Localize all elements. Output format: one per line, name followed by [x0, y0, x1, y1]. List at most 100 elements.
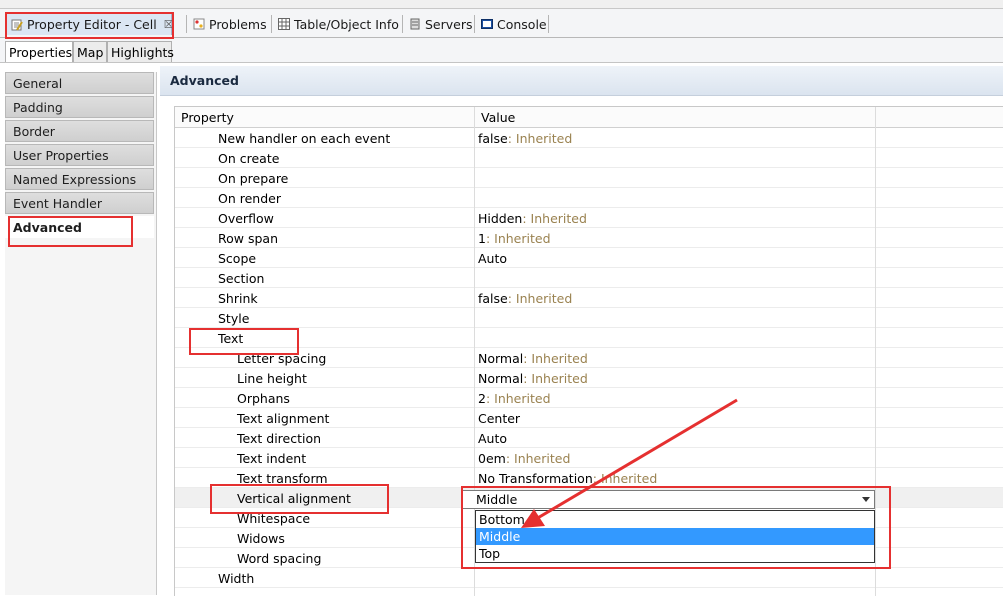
property-value[interactable]: Normal : Inherited [478, 348, 588, 368]
inherited-tag: : Inherited [485, 390, 551, 406]
table-row[interactable]: Style [175, 308, 1003, 328]
value-text: Normal [478, 370, 524, 386]
tab-label: Servers [425, 16, 473, 32]
column-header-property[interactable]: Property [181, 107, 234, 127]
category-general[interactable]: General [5, 72, 154, 94]
category-label: Advanced [13, 219, 82, 235]
table-row[interactable]: Row span 1 : Inherited [175, 228, 1003, 248]
tab-label: Property Editor - Cell [27, 17, 157, 32]
option-middle[interactable]: Middle [476, 528, 874, 545]
tab-label: Table/Object Info [294, 16, 399, 32]
inherited-tag: : Inherited [505, 450, 571, 466]
table-row[interactable]: Text alignment Center [175, 408, 1003, 428]
category-border[interactable]: Border [5, 120, 154, 142]
property-name: Shrink [218, 290, 258, 306]
tab-property-editor[interactable]: Property Editor - Cell ☒ [5, 13, 174, 35]
table-row[interactable]: On create [175, 148, 1003, 168]
value-text: Hidden [478, 210, 523, 226]
category-label: Named Expressions [13, 171, 137, 187]
close-icon[interactable]: ☒ [164, 18, 174, 31]
property-name: Row span [218, 230, 278, 246]
value-text: Auto [478, 430, 508, 446]
table-row[interactable]: Text [175, 328, 1003, 348]
category-label: Event Handler [13, 195, 103, 211]
property-value[interactable]: false : Inherited [478, 288, 572, 308]
property-name: Line height [237, 370, 307, 386]
property-value[interactable]: Auto [478, 248, 507, 268]
category-named-expressions[interactable]: Named Expressions [5, 168, 154, 190]
table-row[interactable]: Shrink false : Inherited [175, 288, 1003, 308]
category-event-handler[interactable]: Event Handler [5, 192, 154, 214]
property-name: Section [218, 270, 265, 286]
category-advanced[interactable]: Advanced [5, 216, 154, 238]
tab-divider [548, 15, 549, 33]
table-row[interactable]: On render [175, 188, 1003, 208]
category-label: Border [13, 123, 55, 139]
property-value[interactable]: 1 : Inherited [478, 228, 551, 248]
tab-servers[interactable]: Servers [404, 13, 474, 35]
vertical-alignment-combo[interactable]: Middle [462, 490, 875, 509]
option-bottom[interactable]: Bottom [476, 511, 874, 528]
inherited-tag: : Inherited [522, 210, 587, 226]
tab-problems[interactable]: Problems [188, 13, 270, 35]
property-value[interactable]: Normal : Inherited [478, 368, 588, 388]
property-name: Style [218, 310, 250, 326]
value-text: 2 [478, 390, 486, 406]
servers-icon [409, 18, 421, 30]
property-value[interactable]: Auto [478, 428, 507, 448]
tab-properties[interactable]: Properties [5, 41, 73, 62]
vertical-alignment-dropdown: Bottom Middle Top [475, 510, 875, 563]
property-name: On create [218, 150, 280, 166]
inherited-tag: : Inherited [523, 370, 588, 386]
table-row[interactable]: Overflow Hidden : Inherited [175, 208, 1003, 228]
table-row[interactable]: Scope Auto [175, 248, 1003, 268]
value-text: 0em [478, 450, 506, 466]
table-row[interactable]: Line height Normal : Inherited [175, 368, 1003, 388]
combo-selected-value: Middle [476, 492, 518, 507]
property-value[interactable]: Hidden : Inherited [478, 208, 587, 228]
table-row[interactable]: Text transform No Transformation : Inheri… [175, 468, 1003, 488]
property-value[interactable]: 0em : Inherited [478, 448, 570, 468]
tab-divider [271, 15, 272, 33]
inherited-tag: : Inherited [485, 230, 551, 246]
section-title: Advanced [160, 66, 1003, 96]
table-row[interactable]: Text indent 0em : Inherited [175, 448, 1003, 468]
tab-map[interactable]: Map [73, 41, 107, 62]
tab-console[interactable]: Console [476, 13, 548, 35]
property-name: Widows [237, 530, 285, 546]
property-name: Width [218, 570, 255, 586]
value-text: Normal [478, 350, 524, 366]
chevron-down-icon[interactable] [862, 497, 870, 502]
option-top[interactable]: Top [476, 545, 874, 562]
property-value[interactable]: No Transformation : Inherited [478, 468, 657, 488]
property-name: Overflow [218, 210, 274, 226]
value-text: No Transformation [478, 470, 593, 486]
inherited-tag: : Inherited [507, 130, 573, 146]
property-name: Whitespace [237, 510, 311, 526]
table-row[interactable]: Width [175, 568, 1003, 588]
table-row[interactable]: Orphans 2 : Inherited [175, 388, 1003, 408]
table-row[interactable]: Section [175, 268, 1003, 288]
table-row[interactable]: Text direction Auto [175, 428, 1003, 448]
table-row[interactable]: Letter spacing Normal : Inherited [175, 348, 1003, 368]
property-value[interactable]: false : Inherited [478, 128, 572, 148]
top-toolbar-strip [0, 0, 1003, 9]
property-name: Orphans [237, 390, 290, 406]
property-name: Letter spacing [237, 350, 327, 366]
tab-label: Properties [9, 44, 73, 60]
table-row[interactable]: On prepare [175, 168, 1003, 188]
tab-highlights[interactable]: Highlights [107, 41, 174, 62]
category-padding[interactable]: Padding [5, 96, 154, 118]
property-name: On prepare [218, 170, 289, 186]
column-divider [875, 107, 876, 596]
tab-table-object-info[interactable]: Table/Object Info [273, 13, 401, 35]
property-value[interactable]: Center [478, 408, 520, 428]
column-header-value[interactable]: Value [481, 107, 515, 127]
table-row[interactable]: New handler on each event false : Inherit… [175, 128, 1003, 148]
tab-label: Problems [209, 16, 267, 32]
category-user-properties[interactable]: User Properties [5, 144, 154, 166]
editor-sub-tab-bar: Properties Map Highlights [0, 38, 1003, 63]
inherited-tag: : Inherited [523, 350, 588, 366]
property-value[interactable]: 2 : Inherited [478, 388, 551, 408]
property-name: Text transform [237, 470, 328, 486]
